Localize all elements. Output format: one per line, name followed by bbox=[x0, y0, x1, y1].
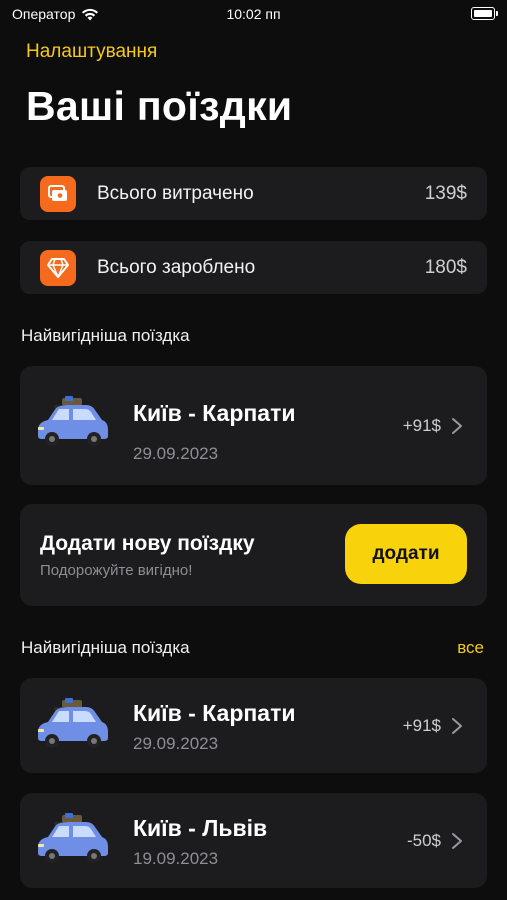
add-trip-card: Додати нову поїздку Подорожуйте вигідно!… bbox=[20, 504, 487, 606]
best-trip-section-title: Найвигідніша поїздка bbox=[21, 326, 190, 345]
total-earned-value: 180$ bbox=[424, 257, 467, 278]
trip-name: Київ - Карпати bbox=[133, 700, 296, 726]
trip-amount: -50$ bbox=[406, 831, 441, 850]
total-spent-value: 139$ bbox=[424, 183, 467, 204]
trip-amount: +91$ bbox=[402, 716, 441, 735]
total-spent-card: Всього витрачено 139$ bbox=[20, 167, 487, 220]
trip-name: Київ - Львів bbox=[133, 815, 268, 841]
chevron-right-icon bbox=[452, 833, 462, 849]
back-to-settings-link[interactable]: Налаштування bbox=[26, 41, 157, 63]
status-bar: Оператор 10:02 пп bbox=[0, 0, 507, 30]
total-earned-card: Всього зароблено 180$ bbox=[20, 241, 487, 294]
status-time: 10:02 пп bbox=[226, 6, 281, 22]
trip-name: Київ - Карпати bbox=[133, 400, 296, 426]
total-spent-label: Всього витрачено bbox=[97, 183, 254, 204]
diamond-icon bbox=[40, 250, 76, 286]
wallet-icon bbox=[40, 176, 76, 212]
add-trip-button[interactable]: додати bbox=[345, 524, 467, 584]
see-all-link[interactable]: все bbox=[457, 638, 484, 658]
car-icon bbox=[38, 698, 108, 748]
car-icon bbox=[38, 813, 108, 863]
trip-date: 29.09.2023 bbox=[133, 444, 219, 463]
add-trip-subtitle: Подорожуйте вигідно! bbox=[40, 562, 193, 579]
trip-date: 29.09.2023 bbox=[133, 734, 219, 753]
total-earned-label: Всього зароблено bbox=[97, 257, 256, 278]
battery-icon bbox=[471, 7, 498, 20]
trips-list-section-title: Найвигідніша поїздка bbox=[21, 638, 190, 657]
add-trip-title: Додати нову поїздку bbox=[40, 532, 255, 555]
chevron-right-icon bbox=[452, 718, 462, 734]
trip-list-item[interactable]: Київ - Карпати 29.09.2023 +91$ bbox=[20, 678, 487, 773]
car-icon bbox=[38, 396, 108, 446]
best-trip-card[interactable]: Київ - Карпати 29.09.2023 +91$ bbox=[20, 366, 487, 485]
page-title: Ваші поїздки bbox=[26, 83, 293, 129]
trip-date: 19.09.2023 bbox=[133, 849, 219, 868]
chevron-right-icon bbox=[452, 418, 462, 434]
trip-list-item[interactable]: Київ - Львів 19.09.2023 -50$ bbox=[20, 793, 487, 888]
trip-amount: +91$ bbox=[402, 416, 441, 435]
